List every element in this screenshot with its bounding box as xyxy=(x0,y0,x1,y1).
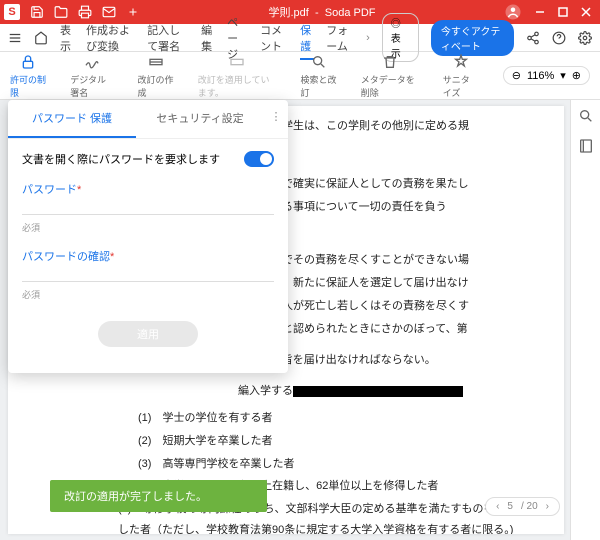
account-icon[interactable] xyxy=(504,3,522,21)
sanitize-icon xyxy=(452,53,470,71)
password-field[interactable]: パスワード* xyxy=(22,181,274,215)
pager[interactable]: ‹ 5 / 20 › xyxy=(485,497,560,516)
doc-title: 学則.pdf xyxy=(269,7,309,19)
gear-icon[interactable] xyxy=(578,31,592,45)
minimize-icon[interactable] xyxy=(534,6,546,18)
page-total: / 20 xyxy=(521,501,538,512)
help-icon[interactable] xyxy=(552,31,566,45)
mail-icon[interactable] xyxy=(102,5,116,19)
apply-button[interactable]: 適用 xyxy=(98,321,198,347)
menu-view[interactable]: 表示 xyxy=(60,22,74,54)
share-icon[interactable] xyxy=(526,31,540,45)
save-icon[interactable] xyxy=(30,5,44,19)
menu-form[interactable]: フォーム xyxy=(326,22,354,54)
lock-icon xyxy=(19,53,37,71)
zoom-control[interactable]: ⊖ 116% ▾ ⊕ xyxy=(503,66,590,85)
app-logo: S xyxy=(4,4,20,20)
menu-edit[interactable]: 編集 xyxy=(201,22,215,54)
content-area: を有する学生は、この学則その他別に定める規 を営む者で確実に保証人としての責務を… xyxy=(0,100,600,540)
app-name: Soda PDF xyxy=(325,7,376,19)
search-redact-icon xyxy=(310,53,328,71)
zoom-out-icon[interactable]: ⊖ xyxy=(512,69,521,82)
require-password-label: 文書を開く際にパスワードを要求します xyxy=(22,151,220,167)
tab-password[interactable]: パスワード 保護 xyxy=(8,100,136,138)
required-hint: 必須 xyxy=(22,221,274,234)
panel-more-icon[interactable]: ⋮ xyxy=(264,100,288,138)
menu-more-icon[interactable]: › xyxy=(366,32,370,44)
metadata-icon xyxy=(381,53,399,71)
activate-button[interactable]: 今すぐアクティベート xyxy=(431,20,514,56)
signature-icon xyxy=(83,53,101,71)
required-hint-2: 必須 xyxy=(22,288,274,301)
page-next-icon[interactable]: › xyxy=(546,501,549,512)
page-current: 5 xyxy=(507,501,513,512)
page-prev-icon[interactable]: ‹ xyxy=(496,501,499,512)
titlebar: S 学則.pdf - Soda PDF xyxy=(0,0,600,24)
search-icon[interactable] xyxy=(578,108,594,124)
menubar: 表示 作成および変換 記入して署名 編集 ページ コメント 保護 フォーム › … xyxy=(0,24,600,52)
tool-search[interactable]: 検索と改訂 xyxy=(301,53,337,99)
password-panel: パスワード 保護 セキュリティ設定 ⋮ 文書を開く際にパスワードを要求します パ… xyxy=(8,100,288,373)
menu-comment[interactable]: コメント xyxy=(260,22,288,54)
require-password-toggle[interactable] xyxy=(244,151,274,167)
right-sidebar xyxy=(570,100,600,540)
tool-revise[interactable]: 改訂の作成 xyxy=(138,53,174,99)
zoom-in-icon[interactable]: ⊕ xyxy=(572,69,581,82)
zoom-value: 116% xyxy=(527,70,554,82)
tab-security[interactable]: セキュリティ設定 xyxy=(136,100,264,138)
maximize-icon[interactable] xyxy=(558,7,568,17)
redact-icon xyxy=(147,53,165,71)
toast-message: 改訂の適用が完了しました。 xyxy=(50,480,267,512)
folder-icon[interactable] xyxy=(54,5,68,19)
menu-create[interactable]: 作成および変換 xyxy=(86,22,135,54)
close-icon[interactable] xyxy=(580,6,592,18)
hamburger-icon[interactable] xyxy=(8,31,22,45)
thumbnails-icon[interactable] xyxy=(578,138,594,154)
menu-sign[interactable]: 記入して署名 xyxy=(147,22,189,54)
home-icon[interactable] xyxy=(34,31,48,45)
print-icon[interactable] xyxy=(78,5,92,19)
tool-sanitize[interactable]: サニタイズ xyxy=(443,53,479,99)
confirm-password-field[interactable]: パスワードの確認* xyxy=(22,248,274,282)
tool-delmeta[interactable]: メタデータを削除 xyxy=(361,53,419,99)
apply-icon xyxy=(228,53,246,71)
tool-restrict[interactable]: 許可の制限 xyxy=(10,53,46,99)
toolbar: 許可の制限 デジタル署名 改訂の作成 改訂を適用しています。 検索と改訂 メタデ… xyxy=(0,52,600,100)
plus-icon[interactable] xyxy=(126,5,140,19)
tool-applyrev: 改訂を適用しています。 xyxy=(198,53,277,99)
zoom-dropdown-icon[interactable]: ▾ xyxy=(560,69,566,82)
tool-digisig[interactable]: デジタル署名 xyxy=(70,53,113,99)
